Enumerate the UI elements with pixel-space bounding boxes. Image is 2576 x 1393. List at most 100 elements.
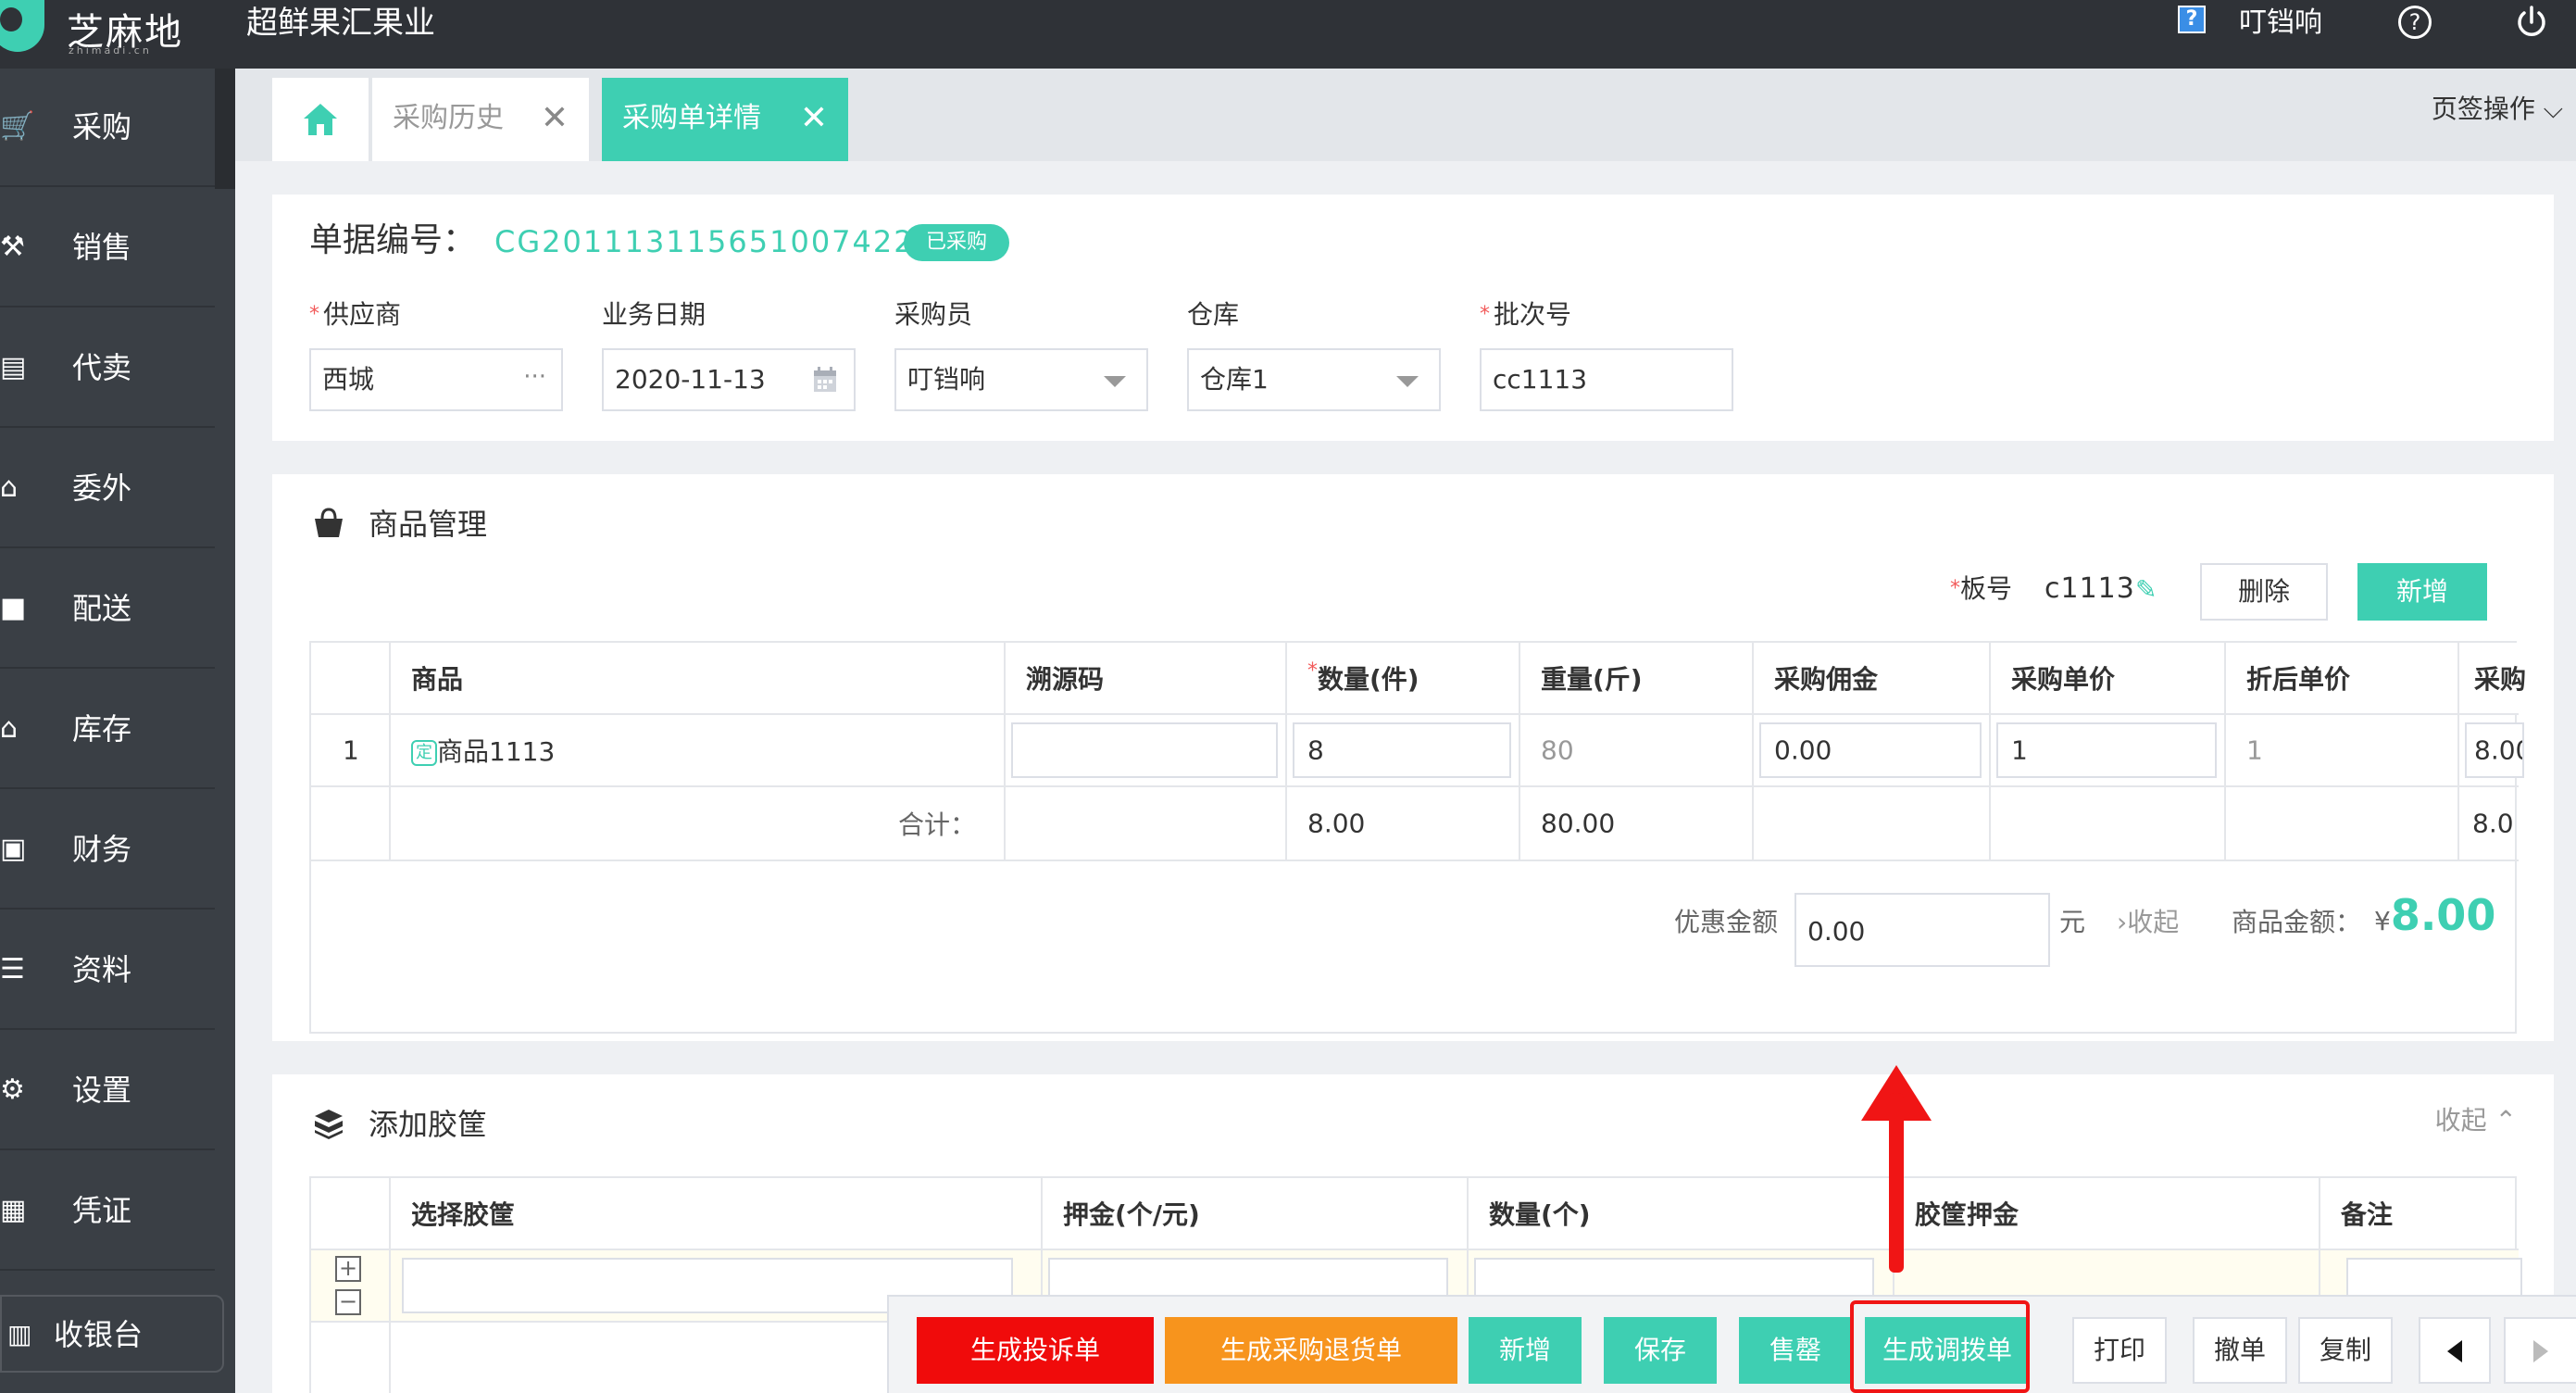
crates-header-row: 选择胶筐 押金(个/元) 数量(个) 胶筐押金 备注	[311, 1178, 2519, 1250]
col-header-deposit-rate: 押金(个/元)	[1063, 1199, 1200, 1230]
sidebar-item-inventory[interactable]: ⌂ 库存	[0, 671, 215, 789]
cart-icon: 🛒	[0, 110, 35, 143]
col-header-disc-price: 折后单价	[2246, 664, 2351, 695]
logo-subtext: zhimadi.cn	[69, 44, 152, 56]
tab-operations-dropdown[interactable]: 页签操作 ⌵	[2432, 91, 2563, 128]
sidebar-item-label: 代卖	[72, 350, 132, 385]
help-circle-icon[interactable]: ?	[2398, 6, 2432, 39]
sidebar-item-settings[interactable]: ⚙ 设置	[0, 1032, 215, 1150]
chevron-down-icon: ⌵	[2543, 94, 2563, 124]
revoke-button[interactable]: 撤单	[2193, 1317, 2287, 1384]
inventory-icon: ⌂	[0, 712, 19, 745]
sidebar-cashier-button[interactable]: ▥ 收银台	[0, 1295, 224, 1373]
disc-price-value: 1	[2246, 734, 2263, 766]
col-header-crate-deposit: 胶筐押金	[1915, 1199, 2020, 1230]
sidebar-item-label: 库存	[72, 711, 132, 747]
goods-name-cell[interactable]: 定商品1113	[411, 732, 555, 769]
date-field[interactable]: 2020-11-13	[602, 348, 856, 411]
total-amount: 8.0	[2472, 808, 2514, 839]
tab-purchase-history[interactable]: 采购历史 ✕	[372, 78, 589, 161]
sidebar-item-sales[interactable]: ⚒ 销售	[0, 189, 215, 307]
caret-down-icon	[1396, 376, 1419, 387]
warehouse-icon: ⌂	[0, 471, 19, 504]
sidebar-item-label: 财务	[72, 832, 132, 867]
table-row[interactable]: 1 定商品1113 8 80 0.00 1 1 8.00	[311, 715, 2524, 787]
generate-complaint-button[interactable]: 生成投诉单	[917, 1317, 1154, 1384]
sidebar-item-label: 凭证	[72, 1193, 132, 1228]
doc-number: CG201113115651007422	[494, 224, 915, 259]
voucher-icon: ▦	[0, 1194, 27, 1226]
goods-collapse-link[interactable]: ›收起	[2117, 902, 2179, 943]
sidebar-item-delivery[interactable]: ■ 配送	[0, 550, 215, 669]
supplier-field[interactable]: 西城 ···	[309, 348, 563, 411]
unit-price-input[interactable]: 1	[1996, 722, 2217, 778]
close-icon[interactable]: ✕	[541, 100, 569, 137]
sidebar-item-outsource[interactable]: ⌂ 委外	[0, 430, 215, 548]
logo-mark-icon	[0, 0, 44, 52]
sidebar-item-consign[interactable]: ▤ 代卖	[0, 309, 215, 428]
basket-icon	[315, 508, 343, 537]
truck-icon: ■	[0, 592, 27, 624]
next-button[interactable]	[2504, 1317, 2576, 1384]
col-header-qty: *数量(件)	[1307, 659, 1419, 695]
table-header-row: 商品 溯源码 *数量(件) 重量(斤) 采购佣金 采购单价 折后单价 采购	[311, 643, 2526, 715]
edit-icon[interactable]: ✎	[2135, 574, 2157, 605]
sidebar-item-label: 资料	[72, 952, 132, 987]
delete-button[interactable]: 删除	[2200, 563, 2328, 621]
batch-label: * 批次号	[1480, 299, 1572, 330]
quantity-input[interactable]: 8	[1293, 722, 1511, 778]
col-header-trace: 溯源码	[1026, 664, 1105, 695]
more-icon[interactable]: ···	[523, 363, 546, 391]
add-row-icon[interactable]: +	[335, 1256, 361, 1282]
generate-return-button[interactable]: 生成采购退货单	[1165, 1317, 1457, 1384]
print-button[interactable]: 打印	[2072, 1317, 2167, 1384]
annotation-highlight-box	[1850, 1300, 2030, 1393]
buyer-select[interactable]: 叮铛响	[894, 348, 1148, 411]
user-name[interactable]: 叮铛响	[2239, 0, 2322, 46]
fixed-tag-icon: 定	[411, 740, 437, 766]
col-header-commission: 采购佣金	[1774, 664, 1879, 695]
crates-collapse-link[interactable]: 收起 ⌃	[2435, 1100, 2517, 1141]
tab-home[interactable]	[272, 78, 369, 161]
total-weight: 80.00	[1541, 808, 1616, 839]
trace-code-input[interactable]	[1011, 722, 1278, 778]
sidebar-item-data[interactable]: ☰ 资料	[0, 911, 215, 1030]
remove-row-icon[interactable]: −	[335, 1289, 361, 1315]
sidebar-item-finance[interactable]: ▣ 财务	[0, 791, 215, 910]
action-bar: 生成投诉单 生成采购退货单 新增 保存 售罄 生成调拨单 打印 撤单 复制	[887, 1295, 2576, 1393]
box-stack-icon	[315, 1110, 343, 1139]
tab-ops-label: 页签操作	[2431, 94, 2535, 124]
power-icon[interactable]	[2513, 4, 2550, 41]
chevron-up-icon: ⌃	[2495, 1105, 2517, 1136]
plate-label: *板号	[1950, 573, 2013, 604]
goods-table: 商品 溯源码 *数量(件) 重量(斤) 采购佣金 采购单价 折后单价 采购 1 …	[309, 641, 2526, 1034]
close-icon[interactable]: ✕	[800, 100, 828, 137]
row-index: 1	[343, 734, 359, 766]
prev-button[interactable]	[2419, 1317, 2491, 1384]
data-icon: ☰	[0, 953, 25, 985]
help-badge-icon[interactable]: ?	[2178, 6, 2206, 33]
amount-input[interactable]: 8.00	[2465, 722, 2524, 778]
chevron-right-icon: ›	[2117, 907, 2128, 937]
commission-input[interactable]: 0.00	[1759, 722, 1982, 778]
cashier-icon: ▥	[7, 1319, 32, 1349]
batch-number-field[interactable]: cc1113	[1480, 348, 1733, 411]
discount-input[interactable]: 0.00	[1794, 893, 2050, 967]
col-header-remark: 备注	[2341, 1199, 2394, 1230]
sidebar-item-purchase[interactable]: 🛒 采购	[0, 69, 215, 187]
total-row: 合计： 8.00 80.00 8.0	[311, 787, 2519, 861]
add-goods-button[interactable]: 新增	[2357, 563, 2487, 621]
plate-value: c1113	[2045, 572, 2135, 605]
goods-management-panel: 商品管理 *板号 c1113 ✎ 删除 新增 商品 溯源码 *数量(件) 重量(…	[272, 474, 2554, 1041]
sold-out-button[interactable]: 售罄	[1739, 1317, 1852, 1384]
save-button[interactable]: 保存	[1604, 1317, 1717, 1384]
status-badge: 已采购	[904, 224, 1009, 261]
sidebar-item-voucher[interactable]: ▦ 凭证	[0, 1152, 215, 1271]
copy-button[interactable]: 复制	[2298, 1317, 2393, 1384]
brand-logo[interactable]: 芝麻地 zhimadi.cn	[0, 0, 241, 69]
add-button[interactable]: 新增	[1469, 1317, 1582, 1384]
calendar-icon[interactable]	[813, 367, 837, 393]
goods-amount-label: 商品金额：	[2232, 907, 2362, 937]
warehouse-select[interactable]: 仓库1	[1187, 348, 1441, 411]
tab-purchase-detail[interactable]: 采购单详情 ✕	[602, 78, 848, 161]
